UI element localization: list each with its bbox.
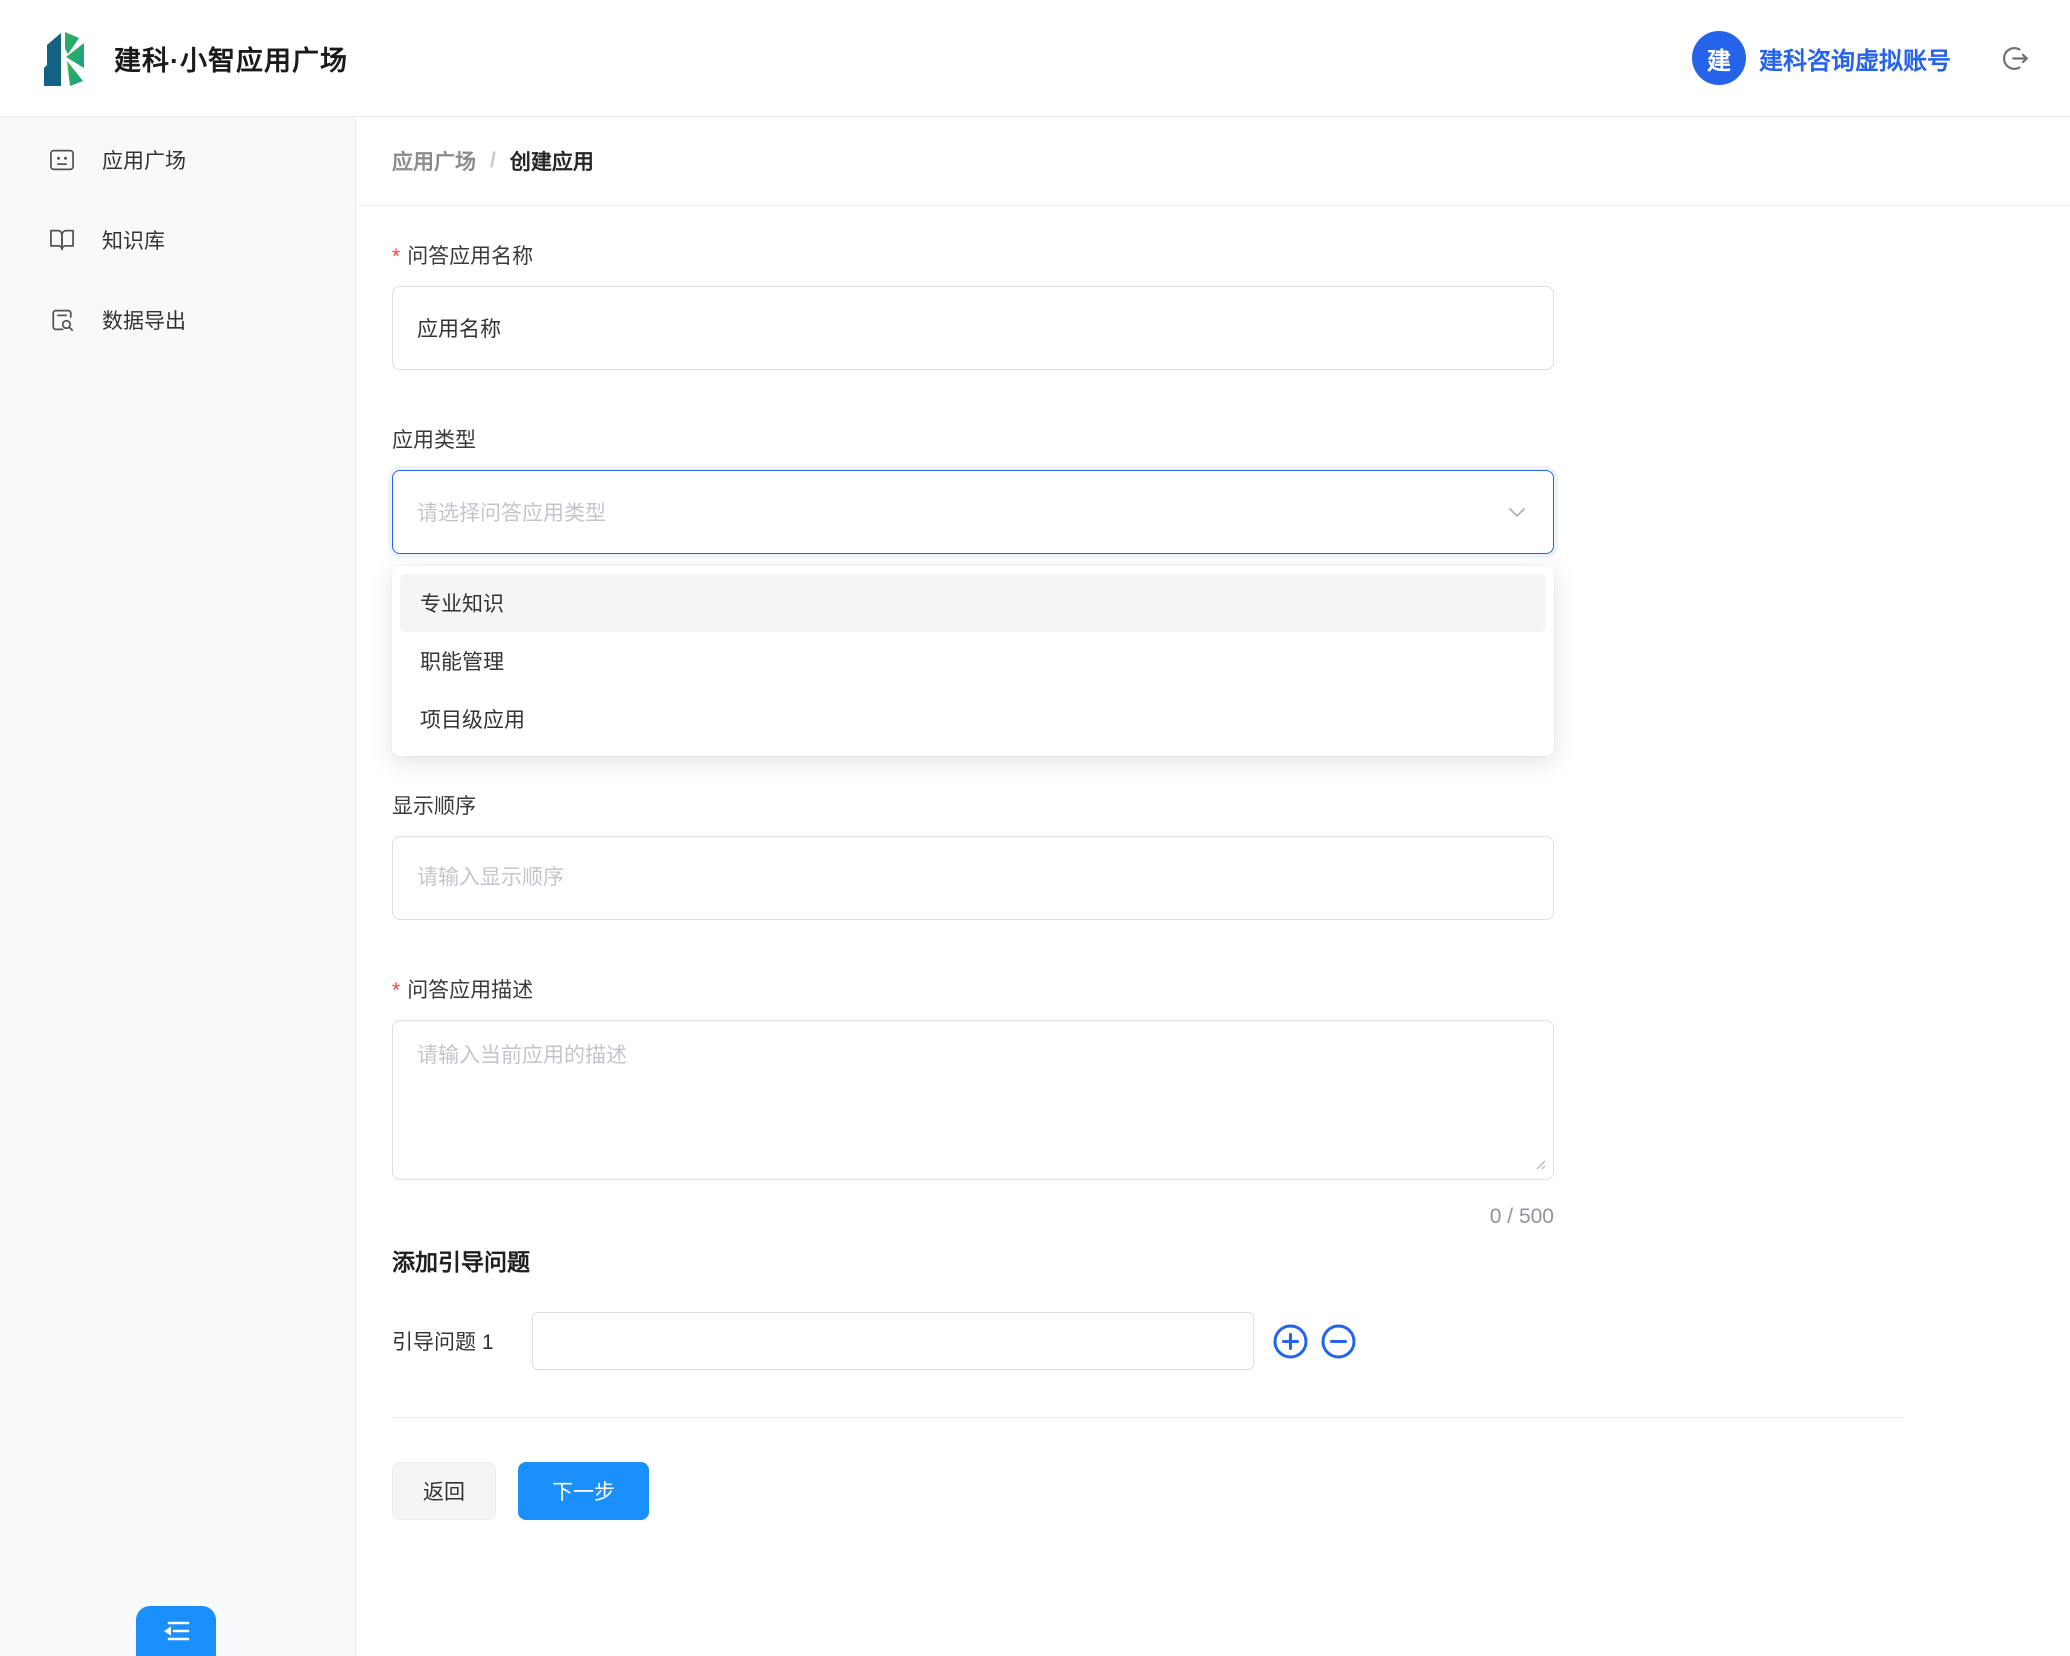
sidebar-item-label: 应用广场 [102,145,186,175]
remove-question-button[interactable] [1320,1323,1357,1360]
app-header: 建科·小智应用广场 建 建科咨询虚拟账号 [0,0,2070,117]
avatar[interactable]: 建 [1692,31,1746,85]
breadcrumb-separator: / [490,149,496,173]
guide-question-input[interactable] [532,1312,1254,1370]
select-placeholder: 请选择问答应用类型 [417,497,606,527]
sidebar-collapse-button[interactable] [136,1606,216,1656]
next-step-button[interactable]: 下一步 [518,1462,649,1520]
breadcrumb-current: 创建应用 [510,146,594,176]
add-question-button[interactable] [1272,1323,1309,1360]
guide-section-title: 添加引导问题 [392,1248,1903,1276]
collapse-menu-icon [160,1618,192,1644]
app-name-input[interactable] [392,286,1554,370]
breadcrumb-parent[interactable]: 应用广场 [392,146,476,176]
dropdown-option-project-level[interactable]: 项目级应用 [400,690,1546,748]
page-title: 建科·小智应用广场 [114,39,348,78]
required-mark: * [392,244,400,270]
char-counter: 0 / 500 [392,1204,1554,1230]
name-field-label: * 问答应用名称 [392,244,1903,270]
app-type-select-wrap: 请选择问答应用类型 专业知识 职能管理 项目级应用 [392,470,1554,554]
sidebar-item-data-export[interactable]: 数据导出 [0,280,355,360]
desc-textarea-wrap [392,1020,1554,1180]
create-app-form: * 问答应用名称 应用类型 请选择问答应用类型 专业知识 [356,244,2070,1520]
app-type-select[interactable]: 请选择问答应用类型 [392,470,1554,554]
main-panel: 应用广场 / 创建应用 * 问答应用名称 应用类型 请选择问答应用类型 [356,117,2070,1656]
display-order-input[interactable] [392,836,1554,920]
dropdown-option-professional-knowledge[interactable]: 专业知识 [400,574,1546,632]
sidebar-item-knowledge-base[interactable]: 知识库 [0,200,355,280]
chevron-down-icon [1502,497,1532,527]
sidebar: 应用广场 知识库 数据导出 [0,117,356,1656]
order-field-label: 显示顺序 [392,794,1903,820]
data-export-icon [48,306,76,334]
desc-field-label: * 问答应用描述 [392,978,1903,1004]
sidebar-item-label: 数据导出 [102,305,186,335]
sidebar-item-app-plaza[interactable]: 应用广场 [0,120,355,200]
dropdown-option-functional-management[interactable]: 职能管理 [400,632,1546,690]
breadcrumb: 应用广场 / 创建应用 [356,117,2070,206]
logout-icon[interactable] [1999,43,2030,74]
resize-handle-icon[interactable] [1533,1157,1547,1171]
guide-question-label: 引导问题 1 [392,1326,505,1356]
app-type-dropdown: 专业知识 职能管理 项目级应用 [392,566,1554,756]
form-actions: 返回 下一步 [392,1462,1903,1520]
app-plaza-icon [48,146,76,174]
app-logo-icon [40,28,86,88]
required-mark: * [392,978,400,1004]
type-field-label: 应用类型 [392,428,1903,454]
account-name[interactable]: 建科咨询虚拟账号 [1759,41,1951,76]
app-description-textarea[interactable] [392,1020,1554,1180]
guide-question-row: 引导问题 1 [392,1312,1903,1370]
knowledge-base-icon [48,226,76,254]
form-divider [392,1417,1903,1418]
sidebar-item-label: 知识库 [102,225,165,255]
back-button[interactable]: 返回 [392,1462,496,1520]
